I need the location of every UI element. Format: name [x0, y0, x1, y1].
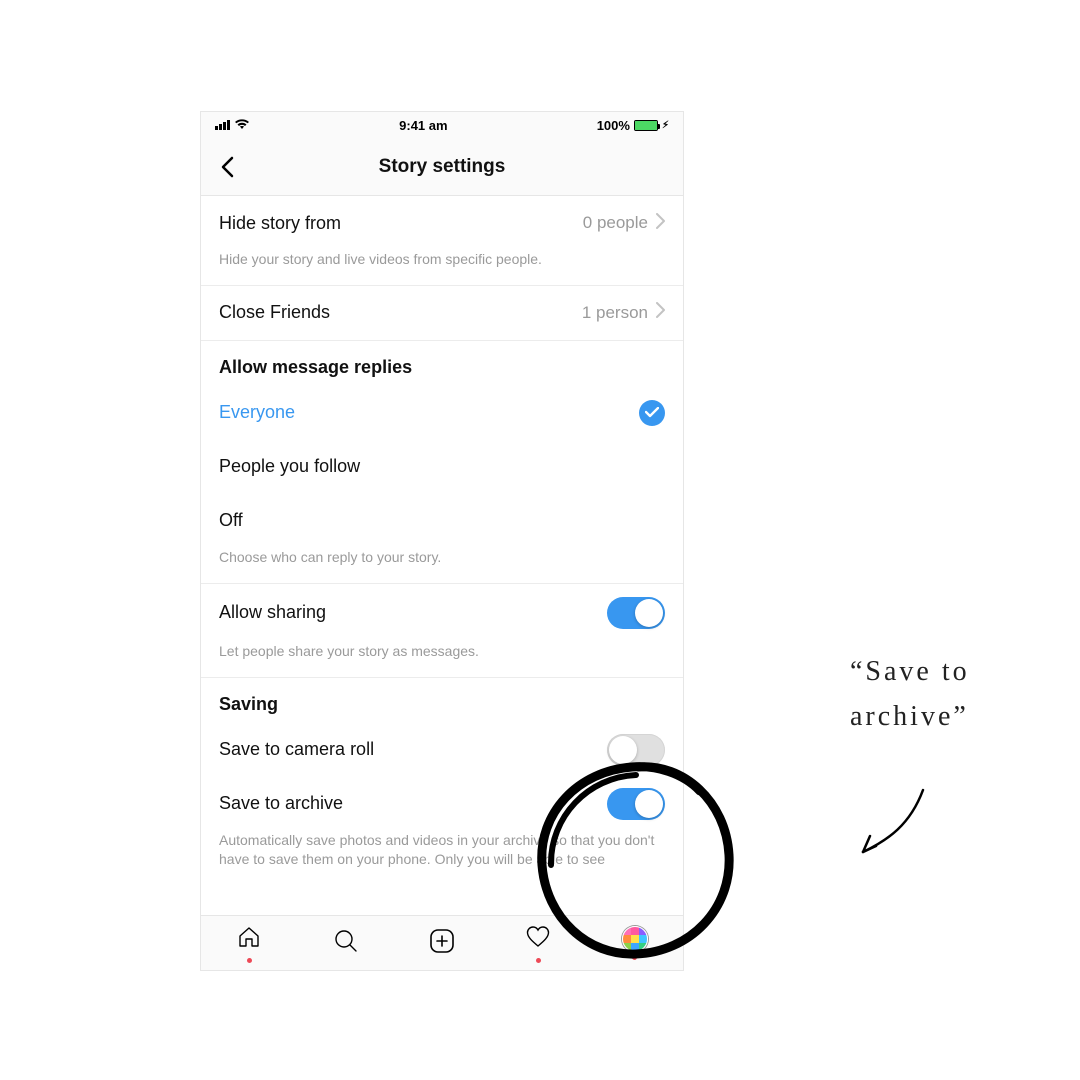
close-friends-label: Close Friends — [219, 302, 330, 323]
hide-story-value: 0 people — [583, 213, 648, 233]
status-time: 9:41 am — [399, 118, 447, 133]
allow-sharing-caption: Let people share your story as messages. — [201, 642, 683, 677]
tab-search[interactable] — [326, 923, 366, 963]
notification-dot — [536, 958, 541, 963]
save-archive-toggle[interactable] — [607, 788, 665, 820]
hide-story-caption: Hide your story and live videos from spe… — [201, 250, 683, 285]
battery-icon — [634, 120, 658, 131]
checkmark-icon — [639, 400, 665, 426]
notification-dot — [247, 958, 252, 963]
battery-percent: 100% — [597, 118, 630, 133]
tab-create[interactable] — [422, 923, 462, 963]
allow-sharing-label: Allow sharing — [219, 602, 326, 623]
page-title: Story settings — [379, 156, 506, 178]
back-button[interactable] — [211, 151, 243, 183]
signal-icon — [215, 120, 230, 130]
tab-home[interactable] — [229, 923, 269, 963]
chevron-right-icon — [656, 302, 665, 323]
allow-sharing-row: Allow sharing — [201, 584, 683, 642]
heart-icon — [525, 924, 551, 955]
phone-frame: 9:41 am 100% ⚡︎ Story settings Hide stor… — [200, 111, 684, 971]
search-icon — [333, 928, 359, 959]
plus-square-icon — [428, 927, 456, 960]
save-camera-roll-label: Save to camera roll — [219, 739, 374, 760]
saving-header: Saving — [201, 678, 683, 723]
notification-dot — [632, 955, 637, 960]
reply-option-everyone[interactable]: Everyone — [201, 386, 683, 440]
save-camera-roll-row: Save to camera roll — [201, 723, 683, 777]
hide-story-label: Hide story from — [219, 213, 341, 234]
home-icon — [236, 924, 262, 955]
profile-grid-icon — [622, 926, 648, 952]
reply-option-label: People you follow — [219, 456, 360, 477]
save-archive-row: Save to archive — [201, 777, 683, 831]
close-friends-value: 1 person — [582, 303, 648, 323]
annotation-line1: “Save to — [850, 650, 970, 695]
save-camera-roll-toggle[interactable] — [607, 734, 665, 766]
tab-profile[interactable] — [615, 923, 655, 963]
annotation-text: “Save to archive” — [850, 650, 970, 740]
tab-bar — [201, 915, 683, 970]
replies-header: Allow message replies — [201, 341, 683, 386]
status-bar: 9:41 am 100% ⚡︎ — [201, 112, 683, 138]
reply-option-follow[interactable]: People you follow — [201, 440, 683, 494]
replies-caption: Choose who can reply to your story. — [201, 548, 683, 583]
settings-list: Hide story from 0 people Hide your story… — [201, 196, 683, 915]
reply-option-label: Off — [219, 510, 243, 531]
annotation-line2: archive” — [850, 695, 970, 740]
hide-story-row[interactable]: Hide story from 0 people — [201, 196, 683, 250]
nav-header: Story settings — [201, 138, 683, 196]
tab-activity[interactable] — [518, 923, 558, 963]
save-archive-label: Save to archive — [219, 793, 343, 814]
allow-sharing-toggle[interactable] — [607, 597, 665, 629]
saving-caption: Automatically save photos and videos in … — [201, 831, 683, 869]
charging-icon: ⚡︎ — [662, 120, 669, 131]
reply-option-label: Everyone — [219, 402, 295, 423]
close-friends-row[interactable]: Close Friends 1 person — [201, 286, 683, 340]
annotation-arrow-icon — [848, 780, 938, 870]
reply-option-off[interactable]: Off — [201, 494, 683, 548]
wifi-icon — [234, 117, 250, 133]
chevron-right-icon — [656, 213, 665, 234]
